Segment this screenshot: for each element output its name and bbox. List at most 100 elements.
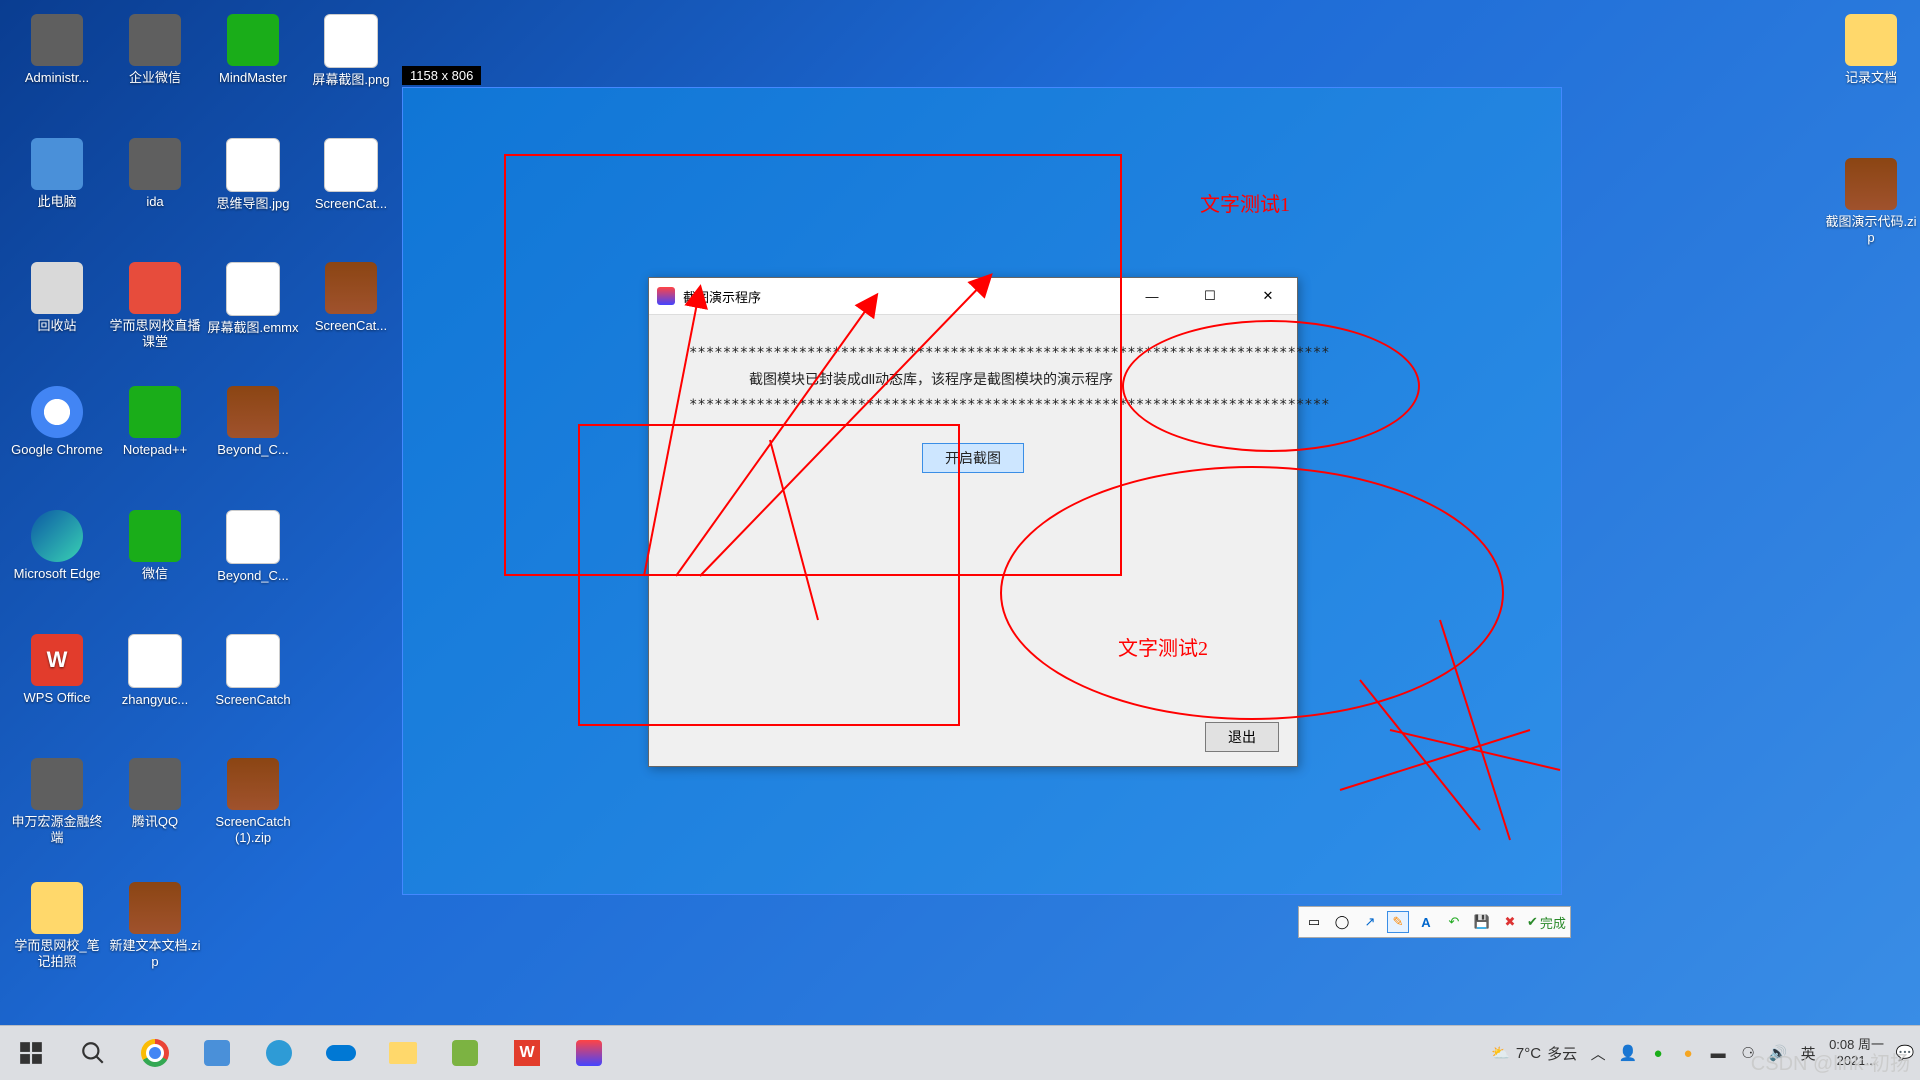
tool-text[interactable]: A: [1415, 911, 1437, 933]
dialog-titlebar[interactable]: 截图演示程序 — ☐ ✕: [649, 278, 1297, 315]
icon-glyph: [129, 138, 181, 190]
icon-label: ScreenCat...: [304, 318, 398, 334]
icon-label: Microsoft Edge: [10, 566, 104, 582]
desktop-icon[interactable]: Google Chrome: [10, 386, 104, 458]
icon-glyph: [227, 386, 279, 438]
desktop-icon[interactable]: 企业微信: [108, 14, 202, 86]
icon-label: 腾讯QQ: [108, 814, 202, 830]
tool-pen[interactable]: ✎: [1387, 911, 1409, 933]
desktop-icon[interactable]: ScreenCatch(1).zip: [206, 758, 300, 845]
icon-glyph: [324, 14, 378, 68]
taskbar-app-1[interactable]: [186, 1026, 248, 1080]
desktop-icon[interactable]: ScreenCat...: [304, 138, 398, 212]
minimize-button[interactable]: —: [1123, 278, 1181, 314]
icon-glyph: [129, 758, 181, 810]
tray-app-icon-2[interactable]: ●: [1649, 1044, 1667, 1062]
start-button[interactable]: [0, 1026, 62, 1080]
annotation-text-1: 文字测试1: [1200, 188, 1290, 217]
icon-glyph: [31, 386, 83, 438]
taskbar-wps[interactable]: W: [496, 1026, 558, 1080]
tray-battery-icon[interactable]: ▬: [1709, 1044, 1727, 1062]
app-icon: [657, 287, 675, 305]
icon-glyph: [31, 138, 83, 190]
taskbar-chrome[interactable]: [124, 1026, 186, 1080]
icon-glyph: [324, 138, 378, 192]
desktop-icon[interactable]: ScreenCatch: [206, 634, 300, 708]
tool-save[interactable]: 💾: [1471, 911, 1493, 933]
icon-glyph: [31, 262, 83, 314]
desktop-icon[interactable]: 腾讯QQ: [108, 758, 202, 830]
icon-glyph: [227, 14, 279, 66]
weather-text: 多云: [1547, 1043, 1577, 1064]
search-button[interactable]: [62, 1026, 124, 1080]
icon-glyph: [129, 386, 181, 438]
icon-label: 思维导图.jpg: [206, 196, 300, 212]
desktop-icon[interactable]: Administr...: [10, 14, 104, 86]
icon-glyph: [325, 262, 377, 314]
icon-label: 屏幕截图.emmx: [206, 320, 300, 336]
taskbar-app-4[interactable]: [434, 1026, 496, 1080]
desktop-icon[interactable]: 记录文档: [1824, 14, 1918, 86]
icon-label: ScreenCatch(1).zip: [206, 814, 300, 845]
desktop-icon[interactable]: ida: [108, 138, 202, 210]
tool-ellipse[interactable]: ◯: [1331, 911, 1353, 933]
desktop-icon[interactable]: 学而思网校_笔记拍照: [10, 882, 104, 969]
icon-glyph: [226, 262, 280, 316]
exit-button[interactable]: 退出: [1205, 722, 1279, 752]
icon-glyph: [31, 14, 83, 66]
desktop-icon[interactable]: Beyond_C...: [206, 510, 300, 584]
close-button[interactable]: ✕: [1239, 278, 1297, 314]
desktop-icon[interactable]: 回收站: [10, 262, 104, 334]
desktop-icon[interactable]: 微信: [108, 510, 202, 582]
desktop-icon[interactable]: 新建文本文档.zip: [108, 882, 202, 969]
icon-label: Administr...: [10, 70, 104, 86]
annotation-text-2: 文字测试2: [1118, 632, 1208, 661]
desktop-icon[interactable]: 截图演示代码.zip: [1824, 158, 1918, 245]
tray-chevron-up-icon[interactable]: ︿: [1589, 1044, 1607, 1062]
desktop-icon[interactable]: WWPS Office: [10, 634, 104, 706]
tool-rectangle[interactable]: ▭: [1303, 911, 1325, 933]
tool-undo[interactable]: ↶: [1443, 911, 1465, 933]
desktop-icon[interactable]: ScreenCat...: [304, 262, 398, 334]
desktop-icon[interactable]: Microsoft Edge: [10, 510, 104, 582]
tray-app-icon-1[interactable]: 👤: [1619, 1044, 1637, 1062]
desktop-icon[interactable]: Beyond_C...: [206, 386, 300, 458]
icon-label: ScreenCatch: [206, 692, 300, 708]
icon-glyph: [31, 758, 83, 810]
taskbar-explorer[interactable]: [372, 1026, 434, 1080]
desktop-icon[interactable]: zhangyuc...: [108, 634, 202, 708]
maximize-button[interactable]: ☐: [1181, 278, 1239, 314]
tool-arrow[interactable]: ↗: [1359, 911, 1381, 933]
separator-bottom: ****************************************…: [689, 397, 1257, 413]
tool-cancel[interactable]: ✖: [1499, 911, 1521, 933]
icon-label: 截图演示代码.zip: [1824, 214, 1918, 245]
desktop-icon[interactable]: 申万宏源金融终端: [10, 758, 104, 845]
taskbar: W ⛅ 7°C 多云 ︿ 👤 ● ● ▬ ⚆ 🔊 英 0:08 周一 2021.…: [0, 1025, 1920, 1080]
desktop-icon[interactable]: 屏幕截图.emmx: [206, 262, 300, 336]
taskbar-app-3[interactable]: [310, 1026, 372, 1080]
desktop-icon[interactable]: 此电脑: [10, 138, 104, 210]
icon-label: 企业微信: [108, 70, 202, 86]
icon-glyph: [226, 634, 280, 688]
tray-app-icon-3[interactable]: ●: [1679, 1044, 1697, 1062]
icon-label: 屏幕截图.png: [304, 72, 398, 88]
weather-widget[interactable]: ⛅ 7°C 多云: [1491, 1043, 1577, 1064]
icon-glyph: [227, 758, 279, 810]
icon-label: Notepad++: [108, 442, 202, 458]
annotation-toolbar: ▭ ◯ ↗ ✎ A ↶ 💾 ✖ ✔完成: [1298, 906, 1571, 938]
icon-glyph: [226, 510, 280, 564]
icon-label: zhangyuc...: [108, 692, 202, 708]
desktop-icon[interactable]: 屏幕截图.png: [304, 14, 398, 88]
start-capture-button[interactable]: 开启截图: [922, 443, 1024, 473]
icon-glyph: [31, 882, 83, 934]
icon-label: 回收站: [10, 318, 104, 334]
desktop-icon[interactable]: Notepad++: [108, 386, 202, 458]
taskbar-app-2[interactable]: [248, 1026, 310, 1080]
dialog-description: 截图模块已封装成dll动态库，该程序是截图模块的演示程序: [749, 369, 1257, 389]
taskbar-demo-app[interactable]: [558, 1026, 620, 1080]
desktop-icon[interactable]: 学而思网校直播课堂: [108, 262, 202, 349]
desktop-icon[interactable]: MindMaster: [206, 14, 300, 86]
desktop-icon[interactable]: 思维导图.jpg: [206, 138, 300, 212]
icon-glyph: [1845, 14, 1897, 66]
tool-done[interactable]: ✔完成: [1527, 913, 1566, 932]
